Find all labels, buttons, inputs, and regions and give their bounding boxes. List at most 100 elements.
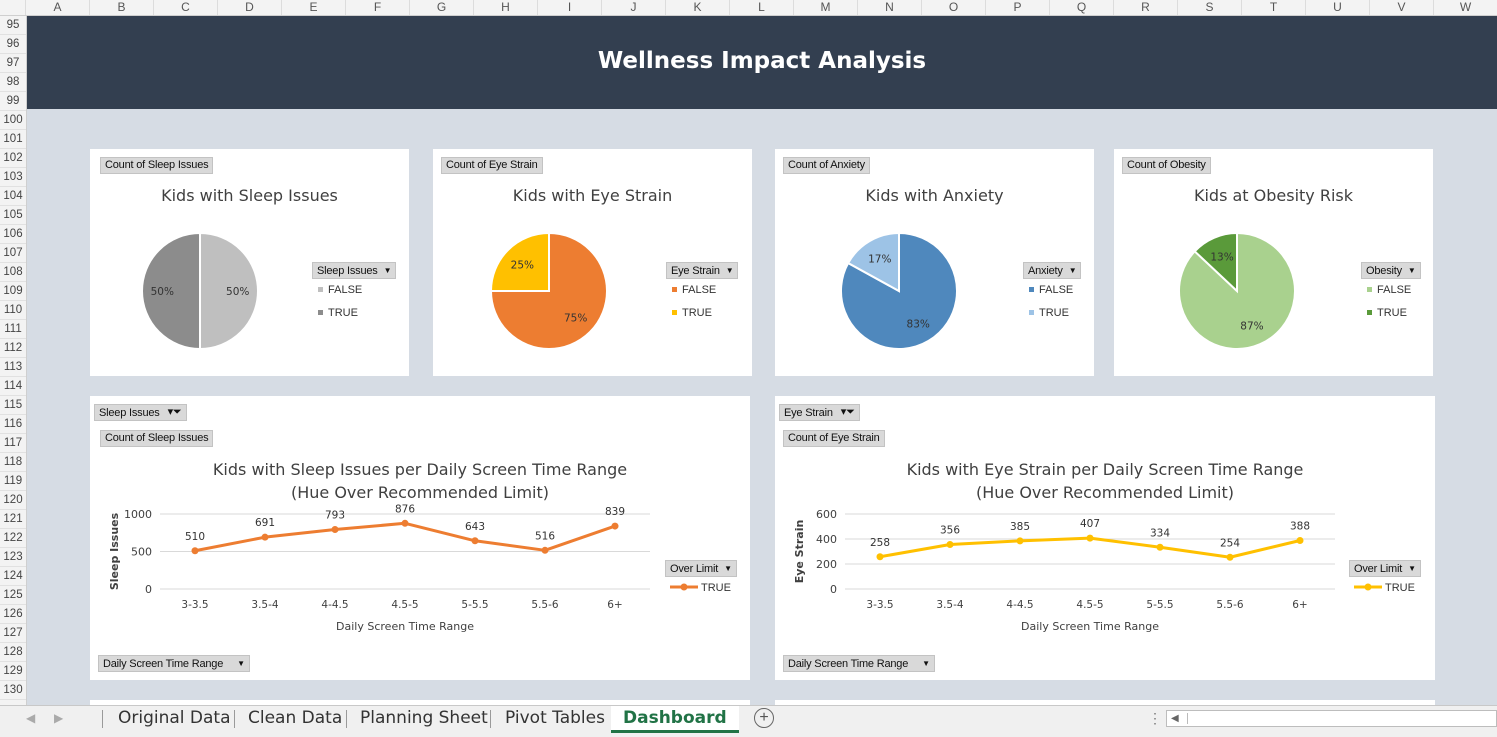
row-header-122[interactable]: 122 — [0, 529, 26, 548]
row-header-117[interactable]: 117 — [0, 434, 26, 453]
row-header-120[interactable]: 120 — [0, 491, 26, 510]
column-header-n[interactable]: N — [858, 0, 922, 15]
column-header-p[interactable]: P — [986, 0, 1050, 15]
vertical-ellipsis-icon[interactable]: ⋮ — [1148, 710, 1162, 727]
line-panel-eye-strain[interactable]: Eye Strain ▾⏷ Count of Eye Strain Kids wi… — [775, 396, 1435, 680]
scroll-left-icon[interactable]: ◀ — [1171, 711, 1179, 726]
pivot-field-button[interactable]: Count of Obesity — [1122, 157, 1211, 174]
column-header-w[interactable]: W — [1434, 0, 1497, 15]
row-header-118[interactable]: 118 — [0, 453, 26, 472]
pie-data-label: 83% — [907, 318, 930, 330]
column-header-a[interactable]: A — [26, 0, 90, 15]
report-filter-button[interactable]: Sleep Issues ▾⏷ — [94, 404, 187, 421]
row-header-107[interactable]: 107 — [0, 244, 26, 263]
row-header-116[interactable]: 116 — [0, 415, 26, 434]
column-header-s[interactable]: S — [1178, 0, 1242, 15]
tab-dashboard[interactable]: Dashboard — [611, 706, 739, 733]
row-header-104[interactable]: 104 — [0, 187, 26, 206]
tab-original-data[interactable]: Original Data — [118, 706, 231, 730]
column-header-m[interactable]: M — [794, 0, 858, 15]
row-header-127[interactable]: 127 — [0, 624, 26, 643]
select-all-corner[interactable] — [0, 0, 26, 15]
column-header-h[interactable]: H — [474, 0, 538, 15]
column-header-o[interactable]: O — [922, 0, 986, 15]
pivot-field-button[interactable]: Count of Eye Strain — [783, 430, 885, 447]
column-header-r[interactable]: R — [1114, 0, 1178, 15]
legend-filter-button[interactable]: Obesity ▼ — [1361, 262, 1421, 279]
row-header-95[interactable]: 95 — [0, 16, 26, 35]
row-header-110[interactable]: 110 — [0, 301, 26, 320]
row-header-101[interactable]: 101 — [0, 130, 26, 149]
column-header-k[interactable]: K — [666, 0, 730, 15]
column-header-q[interactable]: Q — [1050, 0, 1114, 15]
legend-filter-button[interactable]: Eye Strain ▼ — [666, 262, 739, 279]
legend-filter-button[interactable]: Sleep Issues ▼ — [312, 262, 397, 279]
row-header-119[interactable]: 119 — [0, 472, 26, 491]
axis-field-button[interactable]: Daily Screen Time Range ▼ — [783, 655, 935, 672]
row-header-112[interactable]: 112 — [0, 339, 26, 358]
data-point — [471, 537, 479, 545]
plus-circle-icon[interactable]: + — [754, 708, 774, 728]
row-header-96[interactable]: 96 — [0, 35, 26, 54]
pie-panel-obesity[interactable]: Count of Obesity Kids at Obesity Risk 87… — [1114, 149, 1433, 376]
pivot-field-button[interactable]: Count of Sleep Issues — [100, 157, 214, 174]
column-header-i[interactable]: I — [538, 0, 602, 15]
report-filter-button[interactable]: Eye Strain ▾⏷ — [779, 404, 860, 421]
row-header-98[interactable]: 98 — [0, 73, 26, 92]
column-header-u[interactable]: U — [1306, 0, 1370, 15]
tab-planning-sheet[interactable]: Planning Sheet — [360, 706, 488, 730]
chevron-left-icon[interactable]: ◀ — [26, 711, 35, 725]
data-label: 516 — [535, 530, 555, 542]
column-header-j[interactable]: J — [602, 0, 666, 15]
row-header-103[interactable]: 103 — [0, 168, 26, 187]
row-header-124[interactable]: 124 — [0, 567, 26, 586]
tab-pivot-tables[interactable]: Pivot Tables — [505, 706, 605, 730]
column-header-v[interactable]: V — [1370, 0, 1434, 15]
row-header-102[interactable]: 102 — [0, 149, 26, 168]
horizontal-scrollbar[interactable]: ◀ — [1166, 710, 1497, 727]
column-header-l[interactable]: L — [730, 0, 794, 15]
column-header-g[interactable]: G — [410, 0, 474, 15]
row-header-114[interactable]: 114 — [0, 377, 26, 396]
row-header-109[interactable]: 109 — [0, 282, 26, 301]
column-header-e[interactable]: E — [282, 0, 346, 15]
scroll-thumb[interactable] — [1187, 713, 1488, 724]
row-header-123[interactable]: 123 — [0, 548, 26, 567]
row-header-129[interactable]: 129 — [0, 662, 26, 681]
row-header-97[interactable]: 97 — [0, 54, 26, 73]
row-header-111[interactable]: 111 — [0, 320, 26, 339]
row-header-121[interactable]: 121 — [0, 510, 26, 529]
row-header-130[interactable]: 130 — [0, 681, 26, 700]
data-point — [1226, 553, 1234, 561]
row-header-99[interactable]: 99 — [0, 92, 26, 111]
legend-filter-button[interactable]: Over Limit ▼ — [665, 560, 737, 577]
pie-panel-sleep-issues[interactable]: Count of Sleep Issues Kids with Sleep Is… — [90, 149, 409, 376]
legend-filter-button[interactable]: Anxiety ▼ — [1023, 262, 1082, 279]
chevron-right-icon[interactable]: ▶ — [54, 711, 63, 725]
row-header-126[interactable]: 126 — [0, 605, 26, 624]
axis-field-button[interactable]: Daily Screen Time Range ▼ — [98, 655, 250, 672]
row-header-108[interactable]: 108 — [0, 263, 26, 282]
pie-data-label: 87% — [1240, 321, 1263, 333]
row-header-125[interactable]: 125 — [0, 586, 26, 605]
column-header-d[interactable]: D — [218, 0, 282, 15]
column-header-f[interactable]: F — [346, 0, 410, 15]
pie-panel-eye-strain[interactable]: Count of Eye Strain Kids with Eye Strain… — [433, 149, 752, 376]
pivot-field-button[interactable]: Count of Anxiety — [783, 157, 870, 174]
row-header-100[interactable]: 100 — [0, 111, 26, 130]
pivot-field-button[interactable]: Count of Eye Strain — [441, 157, 543, 174]
tab-clean-data[interactable]: Clean Data — [248, 706, 342, 730]
row-header-106[interactable]: 106 — [0, 225, 26, 244]
row-header-115[interactable]: 115 — [0, 396, 26, 415]
pivot-field-button[interactable]: Count of Sleep Issues — [100, 430, 214, 447]
row-header-105[interactable]: 105 — [0, 206, 26, 225]
line-panel-sleep-issues[interactable]: Sleep Issues ▾⏷ Count of Sleep Issues Kid… — [90, 396, 750, 680]
column-header-c[interactable]: C — [154, 0, 218, 15]
column-header-b[interactable]: B — [90, 0, 154, 15]
column-header-t[interactable]: T — [1242, 0, 1306, 15]
legend-filter-button[interactable]: Over Limit ▼ — [1349, 560, 1421, 577]
pie-chart: 83% 17% — [840, 231, 958, 350]
row-header-113[interactable]: 113 — [0, 358, 26, 377]
row-header-128[interactable]: 128 — [0, 643, 26, 662]
pie-panel-anxiety[interactable]: Count of Anxiety Kids with Anxiety 83% 17… — [775, 149, 1094, 376]
